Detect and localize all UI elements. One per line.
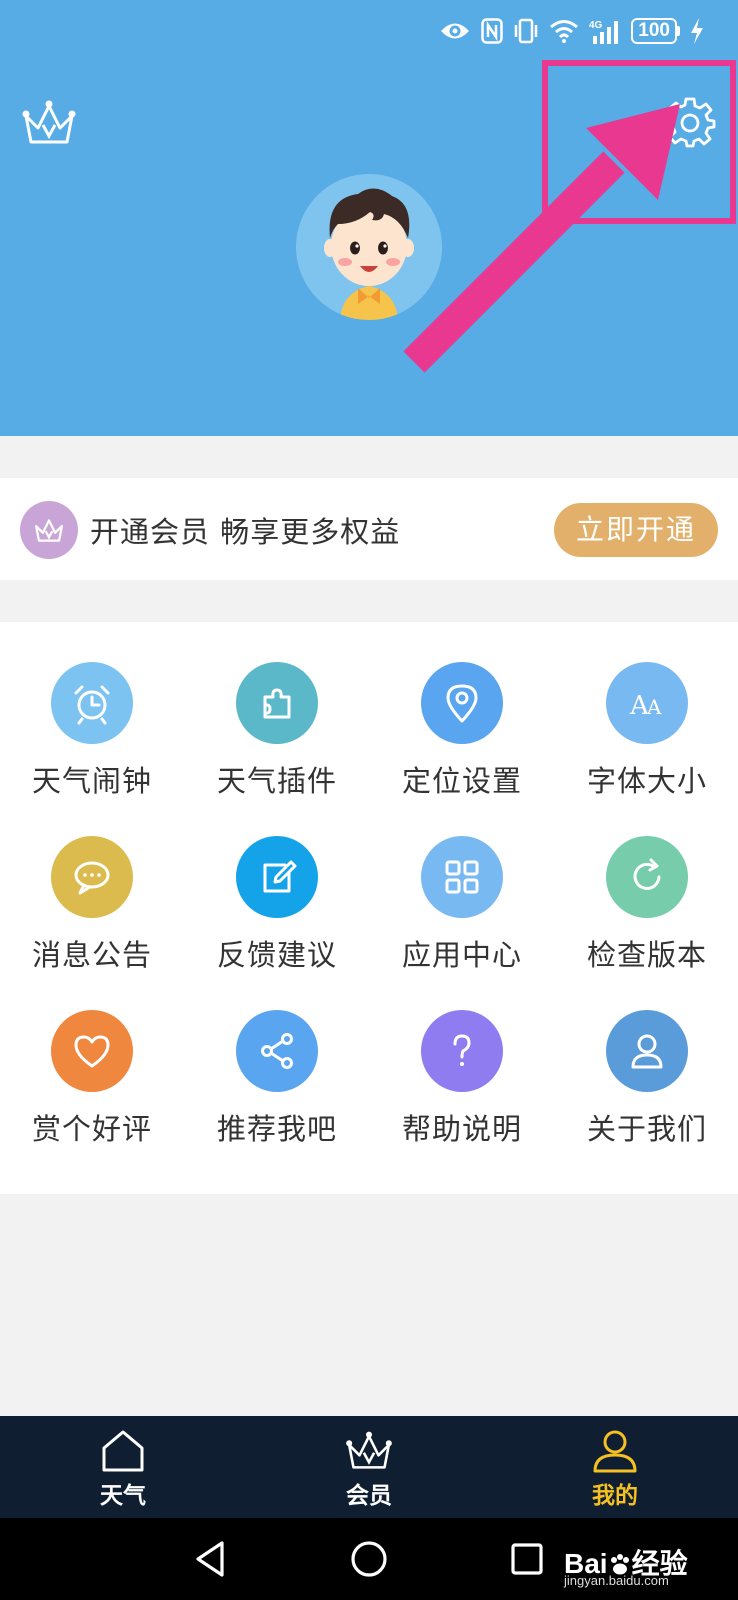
tab-label: 我的 [592,1483,638,1509]
grid-item-label: 推荐我吧 [216,1112,337,1146]
system-navigation-bar: Bai 经验 jingyan.baidu.com [0,1518,738,1600]
grid-item-label: 检查版本 [586,938,707,972]
grid-item-label: 定位设置 [401,764,522,798]
edit-icon [236,836,318,918]
heart-icon [51,1010,133,1092]
svg-text:A: A [646,695,662,719]
nfc-icon [481,18,504,44]
pointer-arrow-annotation [403,104,680,373]
home-circle-icon[interactable] [348,1538,390,1580]
grid-item-app-grid[interactable]: 应用中心 [370,836,554,986]
grid-item-question[interactable]: 帮助说明 [370,1010,554,1160]
grid-item-chat-bubble[interactable]: 消息公告 [0,836,184,986]
grid-item-label: 字体大小 [586,764,707,798]
grid-item-user[interactable]: 关于我们 [555,1010,738,1160]
vibrate-icon [515,18,538,44]
tab-weather[interactable]: 天气 [53,1416,193,1518]
grid-item-label: 关于我们 [586,1112,707,1146]
status-bar: 4G 100 [439,18,704,44]
alarm-clock-icon [51,662,133,744]
gear-icon [664,97,716,148]
grid-item-refresh[interactable]: 检查版本 [555,836,738,986]
grid-item-label: 天气插件 [216,764,337,798]
tab-mine[interactable]: 我的 [545,1416,685,1518]
tab-vip[interactable]: 会员 [299,1416,439,1518]
vip-promo-text: 开通会员 畅享更多权益 [90,515,401,549]
wifi-icon [550,20,579,43]
grid-item-label: 帮助说明 [401,1112,522,1146]
vip-crown-badge [20,501,78,559]
chat-bubble-icon [51,836,133,918]
crown-icon [35,519,63,542]
watermark-url: jingyan.baidu.com [564,1573,669,1588]
avatar[interactable] [296,174,442,320]
crown-icon [22,100,76,144]
question-icon [421,1010,503,1092]
vip-crown-button[interactable] [20,98,78,148]
puzzle-icon [236,662,318,744]
tab-label: 会员 [346,1483,392,1509]
grid-item-label: 赏个好评 [31,1112,152,1146]
bottom-tab-bar: 天气 会员 我的 [0,1416,738,1518]
grid-item-font-size[interactable]: A A 字体大小 [555,662,738,812]
settings-button[interactable] [664,96,716,148]
vip-banner[interactable]: 开通会员 畅享更多权益 立即开通 [0,478,738,580]
signal-icon: 4G [589,20,619,44]
grid-item-location-pin[interactable]: 定位设置 [370,662,554,812]
app-grid-icon [421,836,503,918]
grid-item-label: 反馈建议 [216,938,337,972]
user-icon [593,1430,637,1473]
battery-level: 100 [631,18,677,44]
battery-icon: 100 [631,18,680,44]
location-pin-icon [421,662,503,744]
grid-item-share[interactable]: 推荐我吧 [185,1010,369,1160]
grid-item-edit[interactable]: 反馈建议 [185,836,369,986]
crown-icon [346,1431,392,1469]
grid-item-label: 应用中心 [401,938,522,972]
grid-item-label: 消息公告 [31,938,152,972]
charging-icon [691,18,703,44]
share-icon [236,1010,318,1092]
font-size-icon: AA [606,662,688,744]
baidu-jingyan-watermark: Bai 经验 jingyan.baidu.com [564,1532,724,1588]
refresh-icon [606,836,688,918]
eye-icon [441,23,470,39]
activate-vip-button[interactable]: 立即开通 [554,503,718,557]
network-type: 4G [589,20,603,31]
profile-header: 4G 100 [0,0,738,436]
back-icon[interactable] [190,1538,232,1580]
grid-item-heart[interactable]: 赏个好评 [0,1010,184,1160]
recents-icon[interactable] [506,1538,548,1580]
grid-item-puzzle[interactable]: 天气插件 [185,662,369,812]
grid-item-label: 天气闹钟 [31,764,152,798]
home-icon [102,1430,144,1472]
user-icon [606,1010,688,1092]
tab-label: 天气 [100,1483,146,1509]
feature-grid: 天气闹钟 天气插件 定位设置 A A 字体大小消息公告 反馈建议 应用中心 检查版本赏个好评 推荐… [0,622,738,1194]
cartoon-boy-avatar [324,188,414,320]
grid-item-alarm-clock[interactable]: 天气闹钟 [0,662,184,812]
